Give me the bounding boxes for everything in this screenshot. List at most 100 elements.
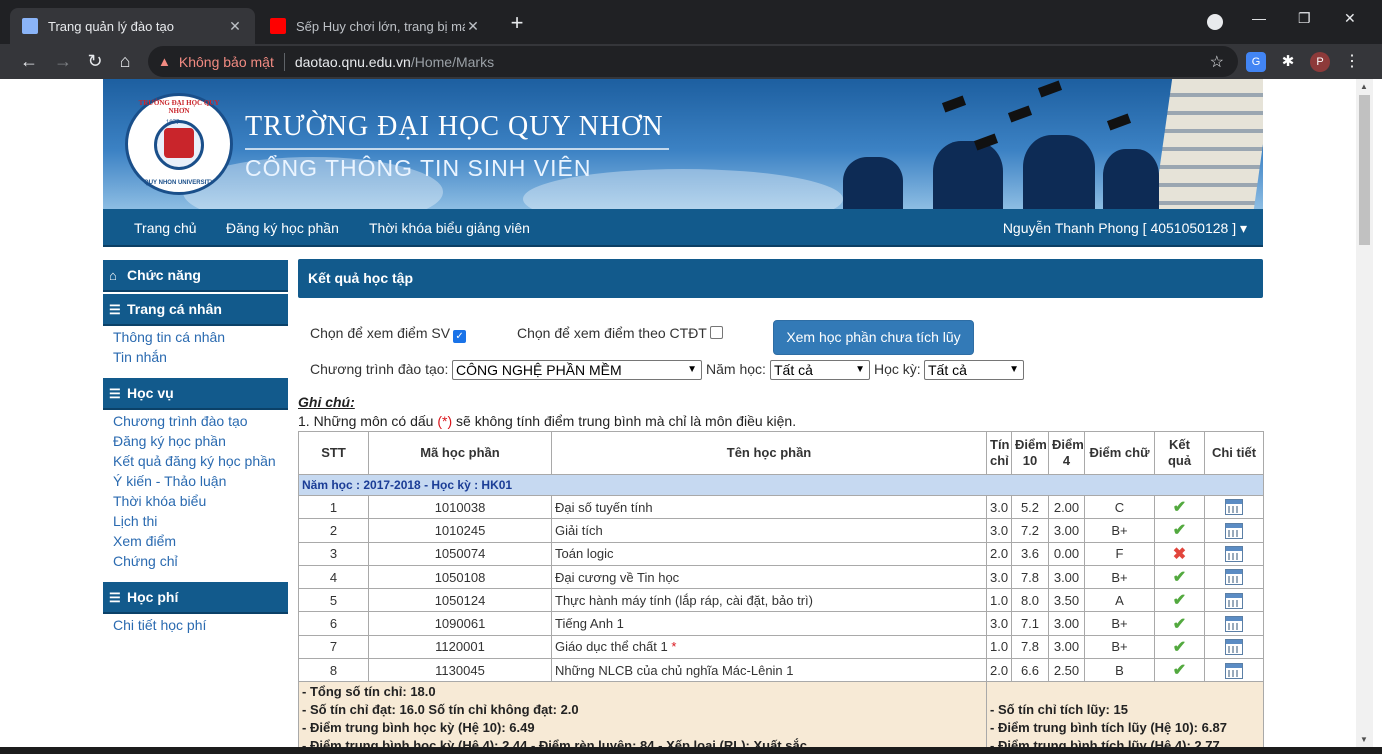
cell-score10: 7.1: [1011, 611, 1049, 636]
course-name-text: Giải tích: [555, 522, 603, 538]
page-scrollbar[interactable]: ▲ ▼: [1356, 79, 1373, 747]
sidebar-item-course-registration[interactable]: Đăng ký học phần: [113, 433, 226, 449]
term-select-value: Tất cả: [928, 362, 967, 378]
cell-score4: 3.50: [1048, 588, 1085, 613]
view-unaccumulated-courses-button[interactable]: Xem học phần chưa tích lũy: [773, 320, 974, 355]
bookmark-star-icon[interactable]: ☆: [1210, 52, 1224, 72]
calendar-detail-icon[interactable]: [1225, 662, 1243, 679]
scrollbar-thumb[interactable]: [1359, 95, 1370, 245]
home-icon[interactable]: ⌂: [114, 50, 136, 72]
sidebar-item-exam-schedule[interactable]: Lịch thi: [113, 513, 157, 529]
cell-score4: 3.00: [1048, 634, 1085, 660]
cell-score4: 3.00: [1048, 564, 1085, 590]
cell-result: ✔: [1154, 634, 1205, 660]
reload-icon[interactable]: ↻: [84, 50, 106, 72]
program-select[interactable]: CÔNG NGHỆ PHẦN MỀM ▼: [452, 360, 702, 380]
calendar-detail-icon[interactable]: [1225, 546, 1243, 563]
cell-credits: 3.0: [986, 611, 1012, 636]
translate-extension-icon[interactable]: G: [1246, 52, 1266, 72]
col-header-result: Kết quả: [1154, 431, 1205, 475]
header-line: 10: [1022, 453, 1038, 468]
cell-score10: 3.6: [1011, 541, 1049, 566]
header-line: 4: [1062, 453, 1071, 468]
new-tab-icon[interactable]: +: [505, 12, 529, 36]
address-bar[interactable]: ▲ Không bảo mật daotao.qnu.edu.vn/Home/M…: [148, 46, 1238, 77]
tab-search-icon[interactable]: [1207, 14, 1223, 30]
close-tab-icon[interactable]: ✕: [227, 18, 243, 35]
course-name-text: Giáo dục thể chất 1: [555, 639, 668, 655]
col-header-score10: Điểm 10: [1011, 431, 1049, 475]
browser-tab-inactive[interactable]: Sếp Huy chơi lớn, trang bị máy M ✕: [258, 8, 493, 44]
close-window-icon[interactable]: ✕: [1344, 10, 1356, 27]
back-icon[interactable]: ←: [18, 50, 40, 72]
view-curriculum-grades-checkbox[interactable]: [709, 326, 723, 339]
sidebar-section-title: Chức năng: [127, 267, 201, 283]
profile-avatar[interactable]: P: [1310, 52, 1330, 72]
youtube-favicon-icon: [270, 18, 286, 34]
nav-home[interactable]: Trang chủ: [134, 220, 197, 236]
sidebar-item-messages[interactable]: Tin nhắn: [113, 349, 167, 365]
calendar-detail-icon[interactable]: [1225, 499, 1243, 516]
content-header: Kết quả học tập: [298, 259, 1263, 298]
year-select[interactable]: Tất cả ▼: [770, 360, 870, 380]
col-header-score4: Điểm 4: [1048, 431, 1085, 475]
sidebar-item-curriculum[interactable]: Chương trình đào tạo: [113, 413, 248, 429]
nav-lecturer-timetable[interactable]: Thời khóa biểu giảng viên: [369, 220, 530, 236]
close-tab-icon[interactable]: ✕: [465, 18, 481, 35]
cell-course-code: 1090061: [368, 611, 552, 636]
summary-line: - Điểm trung bình tích lũy (Hệ 4): 2.77: [990, 738, 1220, 747]
cell-result: ✔: [1154, 518, 1205, 543]
sidebar-item-personal-info[interactable]: Thông tin cá nhân: [113, 329, 225, 345]
calendar-detail-icon[interactable]: [1225, 639, 1243, 656]
col-header-course-name: Tên học phần: [551, 431, 987, 475]
calendar-detail-icon[interactable]: [1225, 522, 1243, 539]
scroll-up-arrow-icon[interactable]: ▲: [1360, 82, 1368, 91]
cell-result: ✔: [1154, 564, 1205, 590]
year-label: Năm học:: [706, 361, 766, 377]
cell-course-name: Giáo dục thể chất 1 *: [551, 634, 987, 660]
scroll-down-arrow-icon[interactable]: ▼: [1360, 735, 1368, 744]
note-text-end: sẽ không tính điểm trung bình mà chỉ là …: [452, 413, 797, 429]
cell-letter-grade: B+: [1084, 518, 1155, 543]
not-secure-indicator[interactable]: ▲ Không bảo mật: [158, 54, 274, 70]
sidebar-item-view-grades[interactable]: Xem điểm: [113, 533, 176, 549]
col-header-stt: STT: [298, 431, 369, 475]
cell-credits: 3.0: [986, 564, 1012, 590]
header-line: quả: [1167, 453, 1192, 468]
view-student-grades-checkbox[interactable]: ✓: [453, 330, 467, 343]
graduation-cap-icon: [941, 95, 967, 113]
sidebar-item-timetable[interactable]: Thời khóa biểu: [113, 493, 206, 509]
browser-tab-active[interactable]: Trang quản lý đào tạo ✕: [10, 8, 255, 44]
browser-tab-strip: Trang quản lý đào tạo ✕ Sếp Huy chơi lớn…: [0, 0, 1382, 44]
banner-title: TRƯỜNG ĐẠI HỌC QUY NHƠN: [245, 111, 664, 142]
sidebar-item-registration-results[interactable]: Kết quả đăng ký học phần: [113, 453, 276, 469]
view-student-grades-option[interactable]: Chọn để xem điểm SV ✓: [310, 325, 467, 343]
cell-course-code: 1050108: [368, 564, 552, 590]
sidebar-item-certificates[interactable]: Chứng chỉ: [113, 553, 178, 569]
view-curriculum-grades-option[interactable]: Chọn để xem điểm theo CTĐT: [517, 325, 723, 341]
cell-score10: 6.6: [1011, 658, 1049, 683]
term-select[interactable]: Tất cả ▼: [924, 360, 1024, 380]
cell-letter-grade: B: [1084, 658, 1155, 683]
graduate-figure: [1103, 149, 1159, 209]
extensions-puzzle-icon[interactable]: ✱: [1278, 52, 1298, 72]
browser-menu-icon[interactable]: ⋮: [1342, 52, 1362, 72]
summary-line: [990, 684, 1260, 702]
cell-course-name: Tiếng Anh 1: [551, 611, 987, 636]
sidebar-item-feedback[interactable]: Ý kiến - Thảo luận: [113, 473, 226, 489]
site-banner: TRƯỜNG ĐẠI HỌC QUY NHƠN 1977 QUY NHON UN…: [103, 79, 1263, 209]
forward-icon[interactable]: →: [52, 50, 74, 72]
os-taskbar: [0, 747, 1382, 754]
cell-score10: 7.2: [1011, 518, 1049, 543]
cell-detail: [1204, 658, 1264, 683]
maximize-icon[interactable]: ❐: [1298, 10, 1311, 27]
cell-score4: 3.00: [1048, 611, 1085, 636]
minimize-icon[interactable]: —: [1252, 10, 1266, 26]
sidebar-item-tuition-detail[interactable]: Chi tiết học phí: [113, 617, 206, 633]
note-required-mark: (*): [437, 413, 453, 429]
calendar-detail-icon[interactable]: [1225, 569, 1243, 586]
nav-course-registration[interactable]: Đăng ký học phần: [226, 220, 339, 236]
calendar-detail-icon[interactable]: [1225, 592, 1243, 609]
user-menu[interactable]: Nguyễn Thanh Phong [ 4051050128 ] ▾: [1003, 220, 1247, 237]
calendar-detail-icon[interactable]: [1225, 615, 1243, 632]
